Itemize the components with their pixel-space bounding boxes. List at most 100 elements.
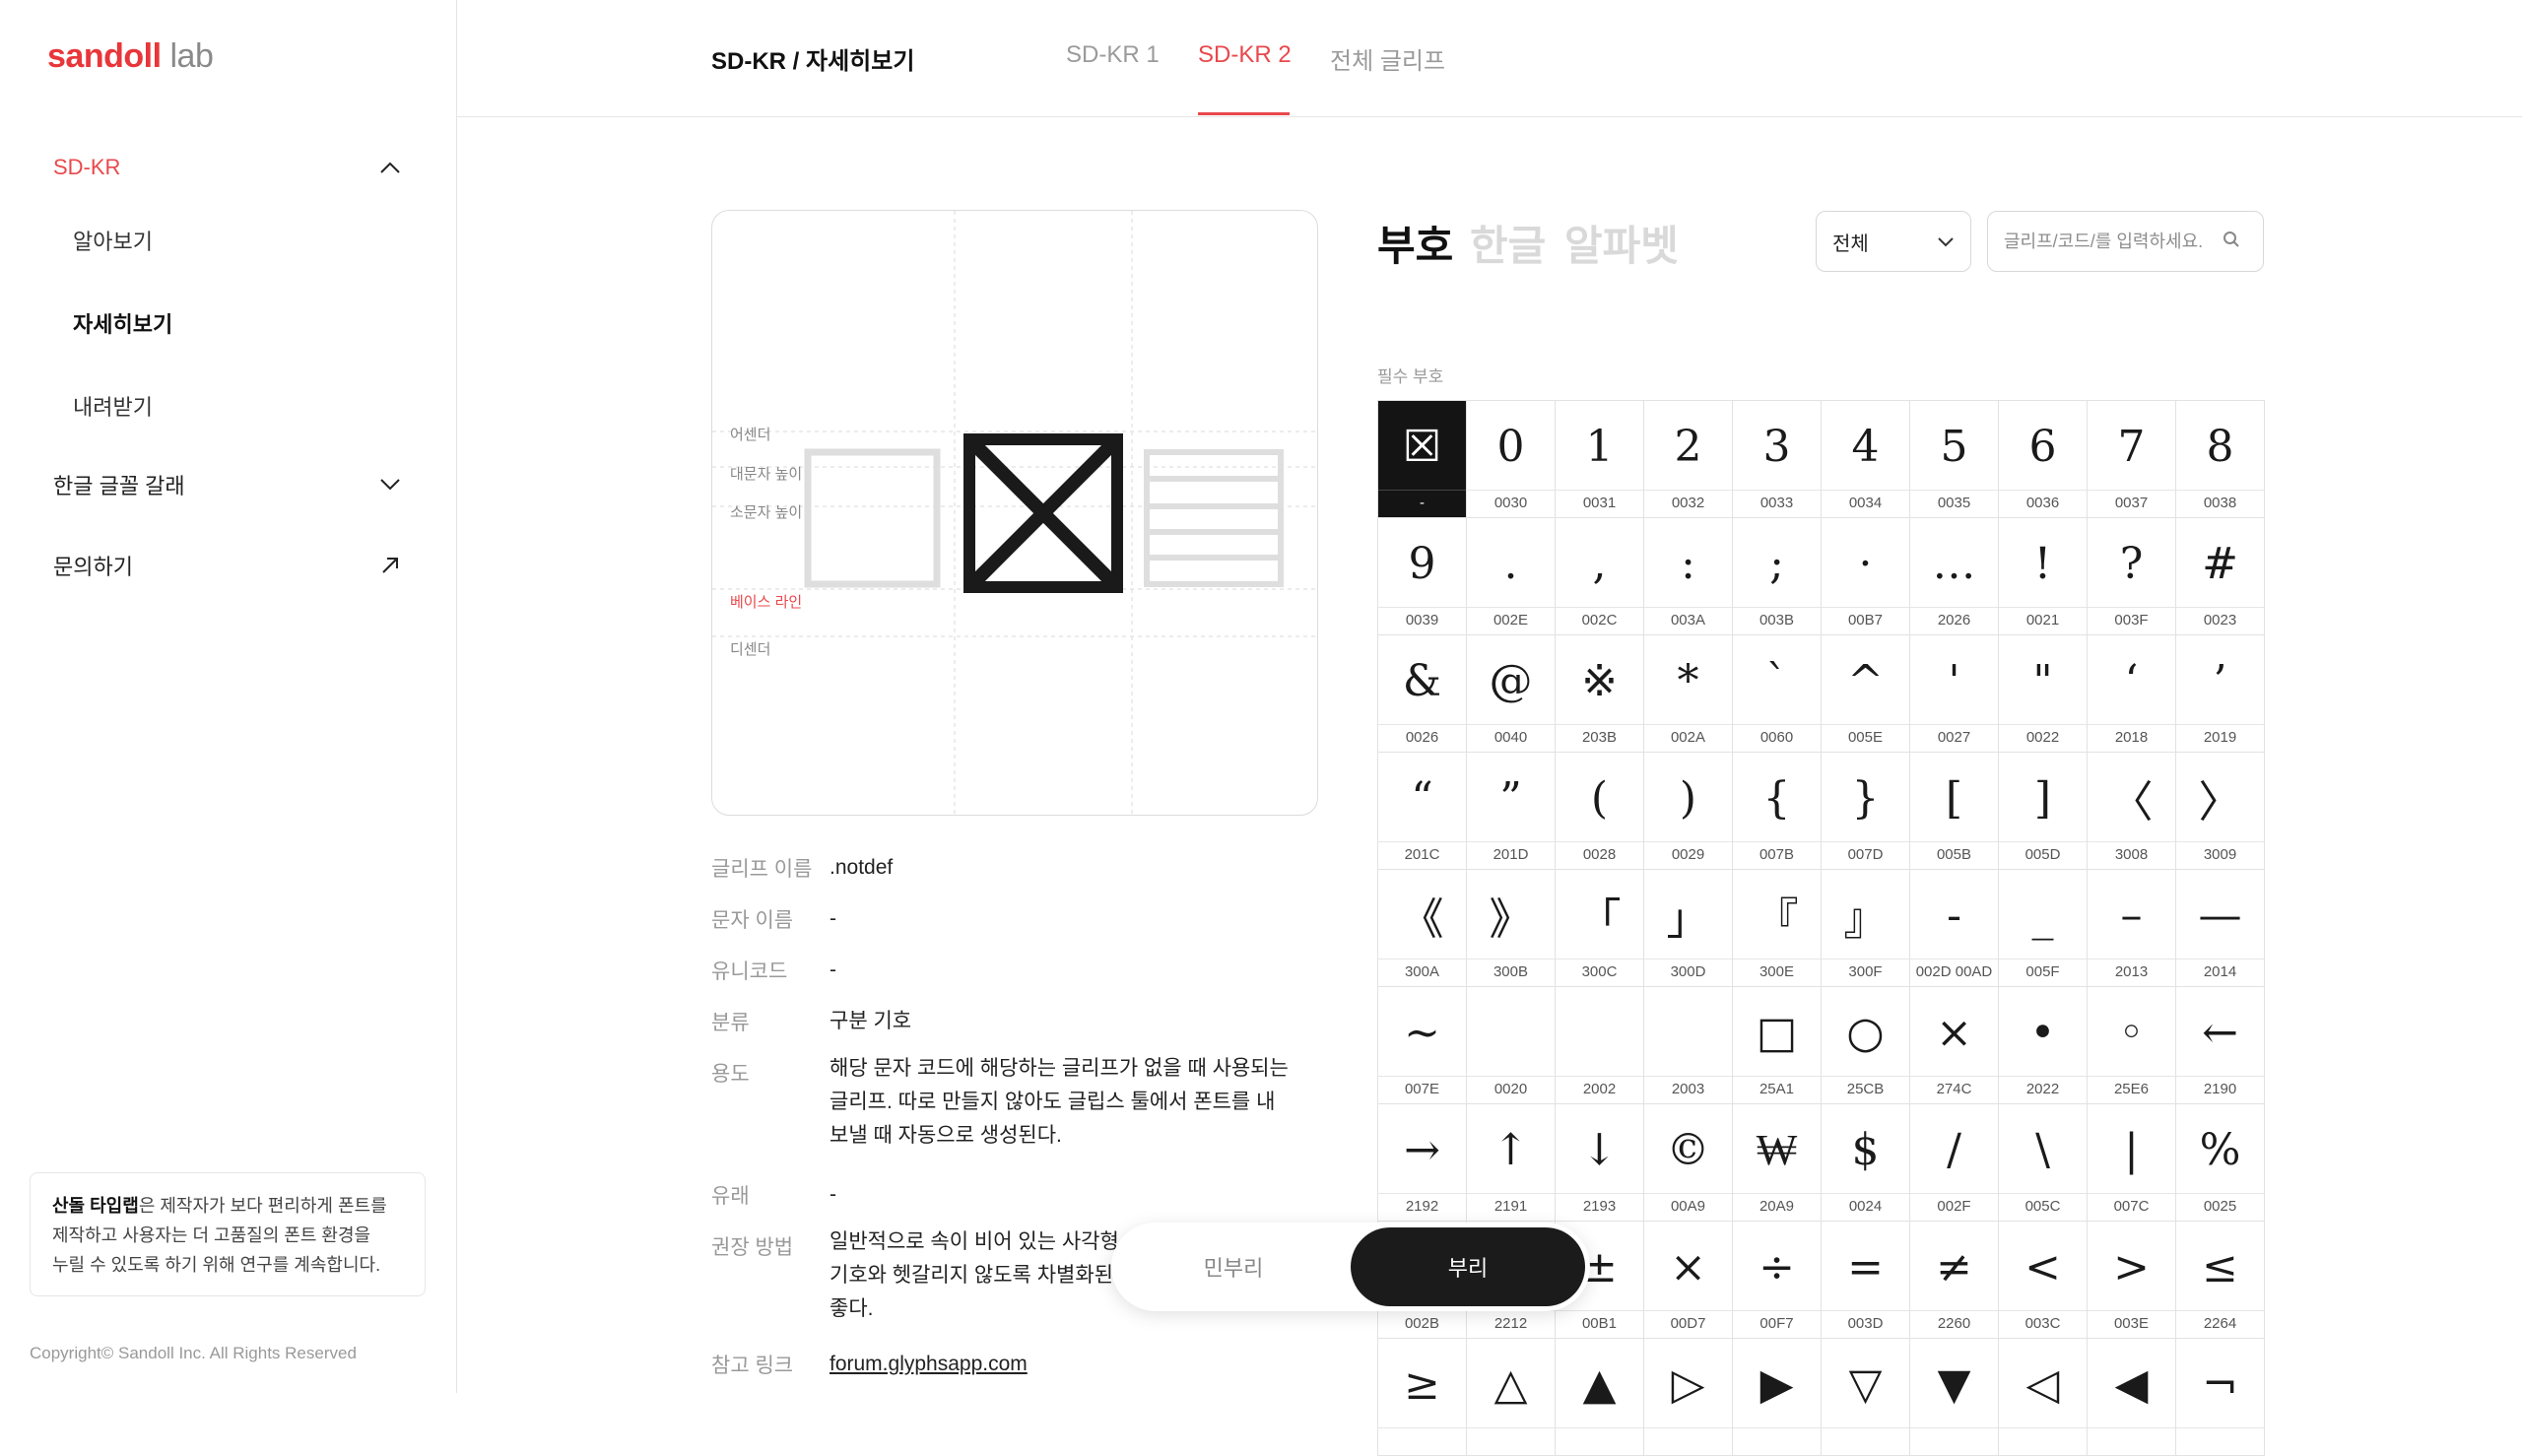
- glyph-cell[interactable]: → 2192: [1378, 1104, 1467, 1222]
- glyph-cell[interactable]: ₩20A9: [1733, 1104, 1822, 1222]
- glyph-cell[interactable]: 〈 3008: [2088, 753, 2176, 870]
- toggle-sans[interactable]: 민부리: [1116, 1227, 1351, 1306]
- tab-sd-kr-2[interactable]: SD-KR 2: [1198, 41, 1292, 69]
- glyph-cell[interactable]: * 002A: [1644, 635, 1733, 753]
- filter-select[interactable]: 전체: [1816, 211, 1971, 272]
- glyph-cell[interactable]: 4 0034: [1822, 401, 1910, 518]
- glyph-cell[interactable]: ← 2190: [2176, 987, 2265, 1104]
- glyph-cell[interactable]: ▶: [1733, 1339, 1822, 1456]
- glyph-cell[interactable]: ↓ 2193: [1556, 1104, 1644, 1222]
- sidebar-item-details[interactable]: 자세히보기: [73, 307, 172, 339]
- glyph-cell[interactable]: ` 0060: [1733, 635, 1822, 753]
- glyph-cell[interactable]: ○ 25CB: [1822, 987, 1910, 1104]
- glyph-cell[interactable]: ' 0027: [1910, 635, 1999, 753]
- glyph-cell[interactable]: | 007C: [2088, 1104, 2176, 1222]
- brand-logo[interactable]: sandoll lab: [47, 37, 214, 76]
- glyph-cell[interactable]: ! 0021: [1999, 518, 2088, 635]
- glyph-cell[interactable]: 7 0037: [2088, 401, 2176, 518]
- glyph-cell[interactable]: ÷ 00F7: [1733, 1222, 1822, 1339]
- glyph-cell[interactable]: ” 201D: [1467, 753, 1556, 870]
- category-tab-alphabet[interactable]: 알파벳: [1564, 213, 1679, 273]
- glyph-cell[interactable]: $0024: [1822, 1104, 1910, 1222]
- glyph-cell[interactable]: ’ 2019: [2176, 635, 2265, 753]
- category-tab-symbols[interactable]: 부호: [1377, 213, 1453, 273]
- glyph-cell[interactable]: <003C: [1999, 1222, 2088, 1339]
- glyph-cell[interactable]: ☒ -: [1378, 401, 1467, 518]
- glyph-cell[interactable]: – 2013: [2088, 870, 2176, 987]
- glyph-cell[interactable]: 》 300B: [1467, 870, 1556, 987]
- glyph-cell[interactable]: - 002D 00AD: [1910, 870, 1999, 987]
- glyph-cell[interactable]: 「 300C: [1556, 870, 1644, 987]
- glyph-cell[interactable]: ↑ 2191: [1467, 1104, 1556, 1222]
- glyph-cell[interactable]: — 2014: [2176, 870, 2265, 987]
- glyph-cell[interactable]: >003E: [2088, 1222, 2176, 1339]
- glyph-cell[interactable]: % 0025: [2176, 1104, 2265, 1222]
- glyph-cell[interactable]: ▽: [1822, 1339, 1910, 1456]
- glyph-cell[interactable]: [005B: [1910, 753, 1999, 870]
- sidebar-item-about[interactable]: 알아보기: [73, 225, 153, 256]
- glyph-cell[interactable]: (0028: [1556, 753, 1644, 870]
- glyph-cell[interactable]: " 0022: [1999, 635, 2088, 753]
- glyph-search[interactable]: [1987, 211, 2264, 272]
- glyph-cell[interactable]: · 00B7: [1822, 518, 1910, 635]
- glyph-cell[interactable]: ≠ 2260: [1910, 1222, 1999, 1339]
- glyph-cell[interactable]: 〉 3009: [2176, 753, 2265, 870]
- glyph-cell[interactable]: _ 005F: [1999, 870, 2088, 987]
- glyph-cell[interactable]: • 2022: [1999, 987, 2088, 1104]
- glyph-cell[interactable]: 《 300A: [1378, 870, 1467, 987]
- glyph-cell[interactable]: ‘ 2018: [2088, 635, 2176, 753]
- glyph-cell[interactable]: 0020: [1467, 987, 1556, 1104]
- glyph-cell[interactable]: “ 201C: [1378, 753, 1467, 870]
- glyph-cell[interactable]: 2003: [1644, 987, 1733, 1104]
- glyph-cell[interactable]: } 007D: [1822, 753, 1910, 870]
- glyph-cell[interactable]: ] 005D: [1999, 753, 2088, 870]
- glyph-cell[interactable]: 8 0038: [2176, 401, 2265, 518]
- glyph-cell[interactable]: 1 0031: [1556, 401, 1644, 518]
- glyph-cell[interactable]: © 00A9: [1644, 1104, 1733, 1222]
- glyph-cell[interactable]: ^ 005E: [1822, 635, 1910, 753]
- glyph-cell[interactable]: 9 0039: [1378, 518, 1467, 635]
- glyph-cell[interactable]: #0023: [2176, 518, 2265, 635]
- glyph-cell[interactable]: … 2026: [1910, 518, 1999, 635]
- glyph-cell[interactable]: ? 003F: [2088, 518, 2176, 635]
- glyph-cell[interactable]: 』 300F: [1822, 870, 1910, 987]
- search-input[interactable]: [2002, 230, 2223, 253]
- glyph-cell[interactable]: × 274C: [1910, 987, 1999, 1104]
- sidebar-item-download[interactable]: 내려받기: [73, 390, 153, 422]
- glyph-cell[interactable]: 『 300E: [1733, 870, 1822, 987]
- glyph-cell[interactable]: 3 0033: [1733, 401, 1822, 518]
- glyph-cell[interactable]: ≥: [1378, 1339, 1467, 1456]
- glyph-cell[interactable]: 2002: [1556, 987, 1644, 1104]
- glyph-cell[interactable]: 」 300D: [1644, 870, 1733, 987]
- reference-link[interactable]: forum.glyphsapp.com: [830, 1348, 1028, 1381]
- glyph-cell[interactable]: ◀: [2088, 1339, 2176, 1456]
- glyph-cell[interactable]: ▷: [1644, 1339, 1733, 1456]
- glyph-cell[interactable]: = 003D: [1822, 1222, 1910, 1339]
- sidebar-section-sd-kr[interactable]: SD-KR: [53, 148, 404, 187]
- glyph-cell[interactable]: & 0026: [1378, 635, 1467, 753]
- glyph-cell[interactable]: ; 003B: [1733, 518, 1822, 635]
- glyph-cell[interactable]: : 003A: [1644, 518, 1733, 635]
- glyph-cell[interactable]: ▼: [1910, 1339, 1999, 1456]
- glyph-cell[interactable]: 0 0030: [1467, 401, 1556, 518]
- category-tab-hangul[interactable]: 한글: [1470, 213, 1546, 273]
- glyph-cell[interactable]: @0040: [1467, 635, 1556, 753]
- glyph-cell[interactable]: × 00D7: [1644, 1222, 1733, 1339]
- glyph-cell[interactable]: ~007E: [1378, 987, 1467, 1104]
- search-icon[interactable]: [2223, 231, 2240, 253]
- glyph-cell[interactable]: 5 0035: [1910, 401, 1999, 518]
- glyph-cell[interactable]: 6 0036: [1999, 401, 2088, 518]
- glyph-cell[interactable]: □ 25A1: [1733, 987, 1822, 1104]
- sidebar-item-contact[interactable]: 문의하기: [53, 546, 404, 585]
- sidebar-item-hangul-categories[interactable]: 한글 글꼴 갈래: [53, 465, 404, 504]
- glyph-cell[interactable]: ◦ 25E6: [2088, 987, 2176, 1104]
- glyph-cell[interactable]: ) 0029: [1644, 753, 1733, 870]
- glyph-cell[interactable]: ▲: [1556, 1339, 1644, 1456]
- glyph-cell[interactable]: / 002F: [1910, 1104, 1999, 1222]
- glyph-cell[interactable]: ※ 203B: [1556, 635, 1644, 753]
- glyph-cell[interactable]: △: [1467, 1339, 1556, 1456]
- glyph-cell[interactable]: 2 0032: [1644, 401, 1733, 518]
- glyph-cell[interactable]: \ 005C: [1999, 1104, 2088, 1222]
- glyph-cell[interactable]: , 002C: [1556, 518, 1644, 635]
- tab-all-glyphs[interactable]: 전체 글리프: [1330, 41, 1445, 76]
